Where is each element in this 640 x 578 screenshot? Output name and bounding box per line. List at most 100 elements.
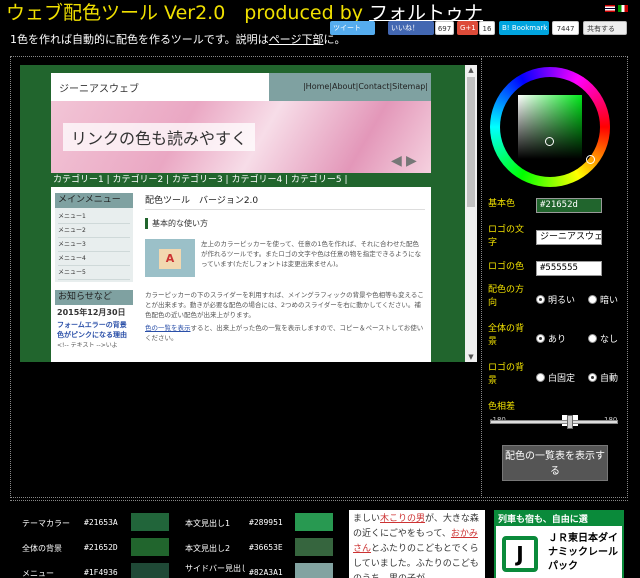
category-bar[interactable]: カテゴリー1 | カテゴリー2 | カテゴリー3 | カテゴリー4 | カテゴリ… [51, 173, 431, 187]
color-swatch [295, 563, 333, 578]
logo-text-input[interactable]: ジーニアスウェブ [536, 230, 602, 245]
color-swatch [295, 513, 333, 531]
article: 配色ツール バージョン2.0 基本的な使い方 A 左上のカラーピッカーを使って、… [145, 193, 425, 342]
color-hex: #1F4936 [84, 568, 118, 577]
logo-bg-label: ロゴの背景 [488, 363, 525, 386]
color-name: テーマカラー [22, 519, 70, 528]
menu-item[interactable]: メニュー3 [58, 238, 130, 252]
site-header: ジーニアスウェブ |Home|About|Contact|Sitemap| [51, 73, 431, 101]
hue-slider-knob[interactable] [567, 415, 573, 429]
scroll-thumb[interactable] [467, 77, 475, 207]
color-picker-marker[interactable] [545, 137, 554, 146]
menu-item[interactable]: メニュー2 [58, 224, 130, 238]
radio-label: 明るい [548, 296, 576, 306]
english-flag-icon[interactable] [605, 5, 615, 12]
color-hex: #21653A [84, 518, 118, 527]
color-wheel[interactable] [490, 67, 610, 187]
show-color-list-button[interactable]: 配色の一覧表を表示する [502, 445, 608, 481]
news-note: <!-- テキスト -->いよ [57, 342, 118, 349]
news-section: お知らせなど 2015年12月30日 フォームエラーの背景色がピンクになる理由 … [55, 290, 133, 349]
site-preview: ジーニアスウェブ |Home|About|Contact|Sitemap| リン… [20, 65, 477, 362]
radio-dot[interactable] [588, 295, 597, 304]
color-name: 全体の背景 [22, 544, 62, 553]
scroll-up-icon[interactable]: ▲ [465, 65, 477, 75]
page-bottom-link[interactable]: ページ下部 [269, 33, 324, 46]
color-swatch [131, 538, 169, 556]
base-color-input[interactable]: #21652d [536, 198, 602, 213]
site-logo: ジーニアスウェブ [59, 84, 139, 95]
color-hex: #21652D [84, 543, 118, 552]
news-title: お知らせなど [55, 290, 133, 305]
ad-body: J ＪＲ東日本ダイナミックレールパック [496, 526, 622, 578]
background-off-radio[interactable]: なし [588, 332, 618, 345]
logo-text-label: ロゴの文字 [488, 225, 525, 248]
tweet-button[interactable]: ツイート [330, 21, 375, 35]
story-link[interactable]: 木こりの男 [380, 514, 425, 524]
like-count: 697 [435, 21, 454, 35]
prev-arrow-icon[interactable]: ◀ [391, 153, 402, 169]
radio-dot[interactable] [536, 295, 545, 304]
color-list-link[interactable]: 色の一覧を表示 [145, 324, 191, 332]
radio-dot[interactable] [536, 334, 545, 343]
facebook-like-button[interactable]: いいね！ [388, 21, 434, 35]
color-name: 本文見出し2 [185, 544, 231, 553]
logo-color-input[interactable]: #555555 [536, 261, 602, 276]
block-icon: A [159, 249, 181, 269]
subtitle-text: 1色を作れば自動的に配色を作るツールです。説明は [10, 33, 269, 46]
color-hex: #36653E [249, 543, 283, 552]
radio-label: 白固定 [548, 374, 576, 384]
logo-bg-auto-radio[interactable]: 自動 [588, 371, 618, 384]
preview-scrollbar[interactable]: ▲ ▼ [465, 65, 477, 362]
radio-dot[interactable] [588, 373, 597, 382]
scroll-down-icon[interactable]: ▼ [465, 352, 477, 362]
hue-marker[interactable] [586, 155, 595, 164]
hue-slider[interactable] [490, 415, 618, 429]
color-name: メニュー [22, 569, 54, 578]
radio-label: あり [548, 335, 567, 345]
news-date: 2015年12月30日 [57, 308, 126, 317]
color-hex: #82A3A1 [249, 568, 283, 577]
article-paragraph: 左上のカラーピッカーを使って、任意の1色を作れば、それに合わせた配色が作れるツー… [201, 240, 422, 268]
story-segment: とふたりのこどもとでくらしていました。ふたりのこどものうち、男の子が [353, 544, 479, 578]
color-name: 本文見出し1 [185, 519, 231, 528]
color-hex: #289951 [249, 518, 283, 527]
share-button[interactable]: 共有する [583, 21, 627, 35]
news-link[interactable]: フォームエラーの背景色がピンクになる理由 [55, 320, 133, 340]
horizontal-divider [10, 500, 628, 501]
site-nav[interactable]: |Home|About|Contact|Sitemap| [269, 73, 431, 101]
background-label: 全体の背景 [488, 324, 525, 347]
subtitle: 1色を作れば自動的に配色を作るツールです。説明はページ下部に。 [10, 31, 345, 47]
ad-text: ＪＲ東日本ダイナミックレールパック [548, 533, 618, 572]
hue-label: 色相差 [488, 402, 516, 412]
gplus-button[interactable]: G+1 [457, 21, 478, 35]
language-flags [605, 5, 628, 12]
article-subtitle: 基本的な使い方 [145, 218, 425, 229]
hero-text: リンクの色も読みやすく [63, 123, 256, 151]
saturation-square[interactable] [518, 95, 582, 159]
bookmark-count: 7447 [552, 21, 579, 35]
story-text: ましい木こりの男が、大きな森の近くにごやをもって、おかみさんとふたりのこどもとで… [349, 510, 485, 578]
menu-item[interactable]: メニュー4 [58, 252, 130, 266]
direction-dark-radio[interactable]: 暗い [588, 293, 618, 306]
radio-label: 暗い [600, 296, 619, 306]
article-paragraph: カラーピッカーの下のスライダーを利用すれば、メイングラフィックの背景や色相等も変… [145, 291, 424, 319]
radio-dot[interactable] [536, 373, 545, 382]
direction-bright-radio[interactable]: 明るい [536, 293, 575, 306]
logo-color-label: ロゴの色 [488, 262, 525, 272]
background-on-radio[interactable]: あり [536, 332, 566, 345]
gplus-count: 16 [479, 21, 495, 35]
radio-dot[interactable] [588, 334, 597, 343]
hero-banner: リンクの色も読みやすく ◀ ▶ [51, 101, 431, 173]
advertisement[interactable]: 列車も宿も、自由に選 J ＪＲ東日本ダイナミックレールパック [494, 510, 624, 578]
article-title: 配色ツール バージョン2.0 [145, 193, 425, 210]
radio-label: なし [600, 335, 619, 345]
sidebar: メインメニュー メニュー1 メニュー2 メニュー3 メニュー4 メニュー5 お知… [55, 193, 133, 349]
color-swatch [131, 513, 169, 531]
next-arrow-icon[interactable]: ▶ [406, 153, 417, 169]
italian-flag-icon[interactable] [618, 5, 628, 12]
menu-item[interactable]: メニュー1 [58, 210, 130, 224]
color-swatch [131, 563, 169, 578]
hatena-bookmark-button[interactable]: B! Bookmark [499, 21, 549, 35]
menu-item[interactable]: メニュー5 [58, 266, 130, 280]
logo-bg-white-radio[interactable]: 白固定 [536, 371, 575, 384]
